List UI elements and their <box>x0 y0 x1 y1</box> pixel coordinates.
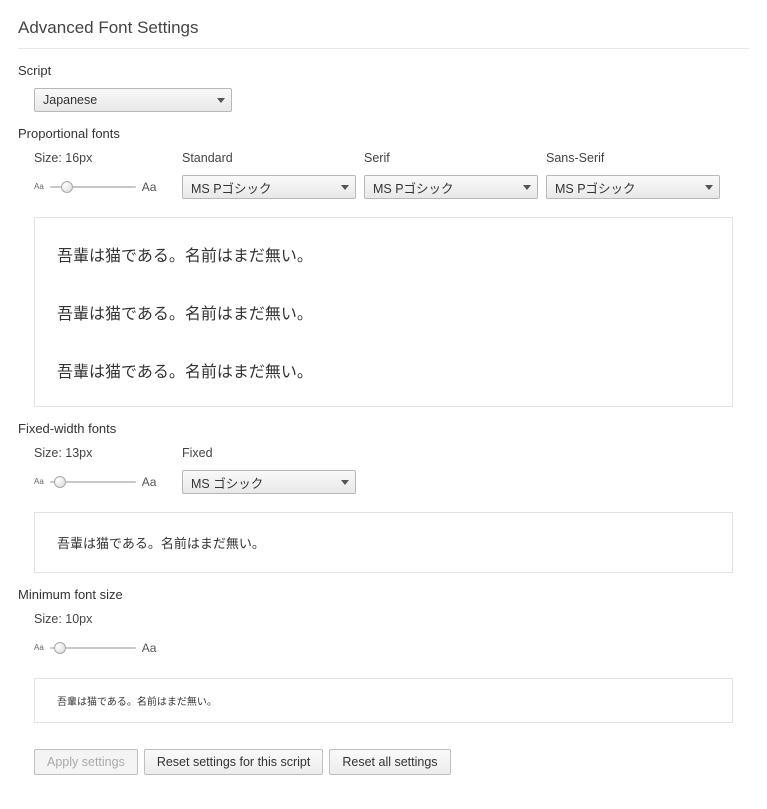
aa-small-icon: Aa <box>34 478 44 486</box>
apply-settings-button[interactable]: Apply settings <box>34 749 138 775</box>
standard-label: Standard <box>182 151 356 165</box>
reset-all-button[interactable]: Reset all settings <box>329 749 450 775</box>
sans-font-select[interactable]: MS Pゴシック <box>546 175 720 199</box>
minimum-size-label: Size: 10px <box>34 612 174 626</box>
fixed-font-label: Fixed <box>182 446 356 460</box>
script-section: Script Japanese <box>18 63 749 112</box>
standard-font-select[interactable]: MS Pゴシック <box>182 175 356 199</box>
fixed-size-label: Size: 13px <box>34 446 174 460</box>
chevron-down-icon <box>341 185 349 190</box>
slider-thumb[interactable] <box>61 181 73 193</box>
preview-line-fixed: 吾輩は猫である。名前はまだ無い。 <box>57 533 710 552</box>
footer-buttons: Apply settings Reset settings for this s… <box>34 749 749 775</box>
proportional-size-label: Size: 16px <box>34 151 174 165</box>
script-select-value: Japanese <box>43 93 97 107</box>
sans-label: Sans-Serif <box>546 151 720 165</box>
fixed-font-select[interactable]: MS ゴシック <box>182 470 356 494</box>
aa-small-icon: Aa <box>34 183 44 191</box>
slider-thumb[interactable] <box>54 476 66 488</box>
minimum-section: Minimum font size Size: 10px Aa Aa 吾輩は猫で… <box>18 587 749 723</box>
standard-font-value: MS Pゴシック <box>191 178 272 197</box>
fixed-font-value: MS ゴシック <box>191 473 263 492</box>
slider-thumb[interactable] <box>54 642 66 654</box>
script-select[interactable]: Japanese <box>34 88 232 112</box>
proportional-size-slider[interactable] <box>50 179 136 195</box>
chevron-down-icon <box>217 98 225 103</box>
proportional-preview: 吾輩は猫である。名前はまだ無い。 吾輩は猫である。名前はまだ無い。 吾輩は猫であ… <box>34 217 733 407</box>
preview-line-minimum: 吾輩は猫である。名前はまだ無い。 <box>57 693 710 708</box>
chevron-down-icon <box>341 480 349 485</box>
serif-label: Serif <box>364 151 538 165</box>
preview-line-sans: 吾輩は猫である。名前はまだ無い。 <box>57 358 710 382</box>
fixed-preview: 吾輩は猫である。名前はまだ無い。 <box>34 512 733 573</box>
preview-line-standard: 吾輩は猫である。名前はまだ無い。 <box>57 242 710 266</box>
aa-big-icon: Aa <box>142 476 157 488</box>
minimum-preview: 吾輩は猫である。名前はまだ無い。 <box>34 678 733 723</box>
aa-big-icon: Aa <box>142 642 157 654</box>
serif-font-value: MS Pゴシック <box>373 178 454 197</box>
aa-small-icon: Aa <box>34 644 44 652</box>
reset-script-button[interactable]: Reset settings for this script <box>144 749 324 775</box>
fixed-label: Fixed-width fonts <box>18 421 749 436</box>
minimum-size-slider[interactable] <box>50 640 136 656</box>
proportional-section: Proportional fonts Size: 16px Aa Aa Stan… <box>18 126 749 407</box>
proportional-label: Proportional fonts <box>18 126 749 141</box>
serif-font-select[interactable]: MS Pゴシック <box>364 175 538 199</box>
minimum-label: Minimum font size <box>18 587 749 602</box>
preview-line-serif: 吾輩は猫である。名前はまだ無い。 <box>57 300 710 324</box>
script-label: Script <box>18 63 749 78</box>
fixed-size-slider[interactable] <box>50 474 136 490</box>
sans-font-value: MS Pゴシック <box>555 178 636 197</box>
chevron-down-icon <box>523 185 531 190</box>
chevron-down-icon <box>705 185 713 190</box>
aa-big-icon: Aa <box>142 181 157 193</box>
fixed-section: Fixed-width fonts Size: 13px Aa Aa Fixed… <box>18 421 749 573</box>
page-title: Advanced Font Settings <box>18 18 749 49</box>
